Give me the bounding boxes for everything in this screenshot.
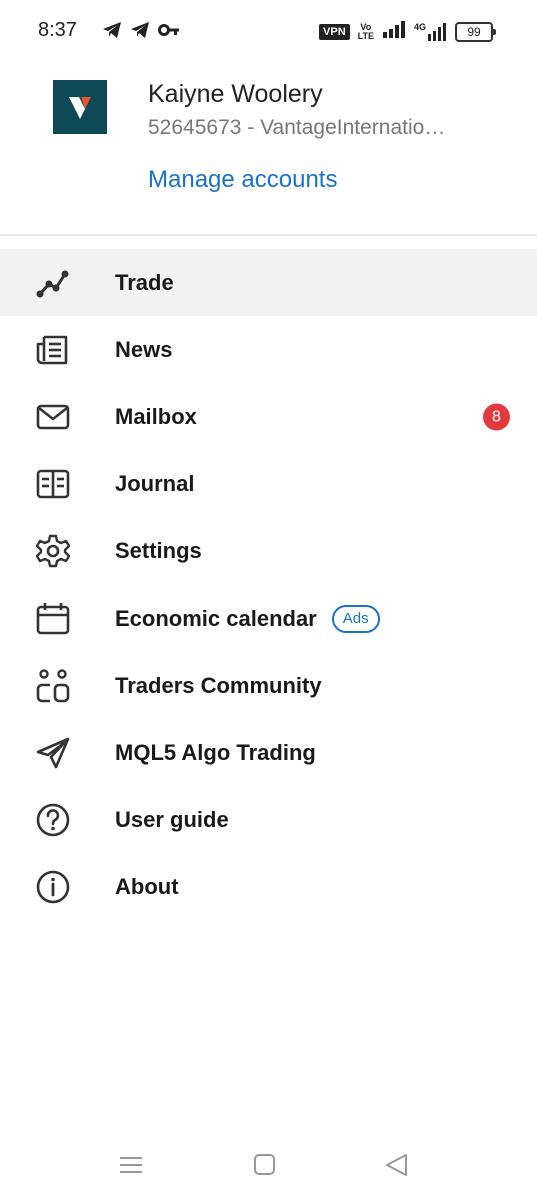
volte-indicator: Vo LTE	[357, 21, 374, 41]
vpn-badge: VPN	[319, 23, 350, 40]
help-icon	[34, 801, 72, 839]
account-number: 52645673 - VantageInternatio…	[148, 116, 446, 139]
menu-item-economic-calendar[interactable]: Economic calendar Ads	[0, 585, 537, 652]
account-name: Kaiyne Woolery	[148, 80, 323, 108]
menu-item-label: Traders Community	[115, 672, 322, 698]
menu-item-label: Mailbox	[115, 403, 197, 429]
menu-item-label: Trade	[115, 269, 174, 295]
telegram-icon	[102, 21, 122, 44]
send-icon	[34, 734, 72, 772]
unread-count-badge: 8	[483, 403, 510, 431]
key-icon	[158, 21, 180, 44]
menu-item-label: Economic calendar Ads	[115, 604, 380, 633]
menu-item-trade[interactable]: Trade	[0, 249, 537, 317]
info-icon	[34, 868, 72, 906]
menu-item-user-guide[interactable]: User guide	[0, 787, 537, 854]
menu-item-label: User guide	[115, 807, 229, 833]
battery-icon: 99	[455, 21, 496, 42]
menu-item-label: Settings	[115, 538, 202, 564]
status-bar: 8:37 VPN Vo LTE 4G 99	[0, 0, 537, 62]
calendar-icon	[34, 600, 72, 638]
broker-logo	[53, 80, 107, 134]
community-icon	[34, 667, 72, 705]
status-notification-icons	[102, 21, 180, 44]
home-icon[interactable]	[250, 1150, 280, 1180]
back-icon[interactable]	[382, 1150, 412, 1180]
menu-item-label: News	[115, 336, 173, 362]
menu-item-settings[interactable]: Settings	[0, 518, 537, 585]
menu-item-about[interactable]: About	[0, 854, 537, 921]
signal-icon	[382, 20, 406, 43]
gear-icon	[34, 532, 72, 570]
trade-chart-icon	[34, 264, 72, 302]
journal-icon	[34, 465, 72, 503]
ads-badge: Ads	[331, 604, 380, 633]
menu-item-label: MQL5 Algo Trading	[115, 739, 316, 765]
menu-item-label: About	[115, 874, 179, 900]
status-system-icons: VPN Vo LTE 4G 99	[319, 20, 496, 43]
mail-icon	[34, 398, 72, 436]
navigation-menu: Trade News Mailbox 8 Journal Settings Ec…	[0, 249, 537, 921]
menu-item-journal[interactable]: Journal	[0, 451, 537, 518]
header-divider	[0, 234, 537, 236]
news-icon	[34, 331, 72, 369]
menu-item-label: Journal	[115, 471, 195, 497]
menu-item-news[interactable]: News	[0, 316, 537, 383]
menu-item-mailbox[interactable]: Mailbox 8	[0, 383, 537, 450]
menu-item-mql5-algo-trading[interactable]: MQL5 Algo Trading	[0, 719, 537, 786]
system-nav-bar	[0, 1130, 537, 1200]
manage-accounts-link[interactable]: Manage accounts	[148, 166, 337, 194]
network-4g-icon: 4G	[414, 22, 447, 41]
telegram-icon	[130, 21, 150, 44]
status-time: 8:37	[38, 19, 77, 41]
account-header: Kaiyne Woolery 52645673 - VantageInterna…	[0, 62, 537, 234]
menu-item-traders-community[interactable]: Traders Community	[0, 652, 537, 719]
menu-icon[interactable]	[116, 1150, 146, 1180]
